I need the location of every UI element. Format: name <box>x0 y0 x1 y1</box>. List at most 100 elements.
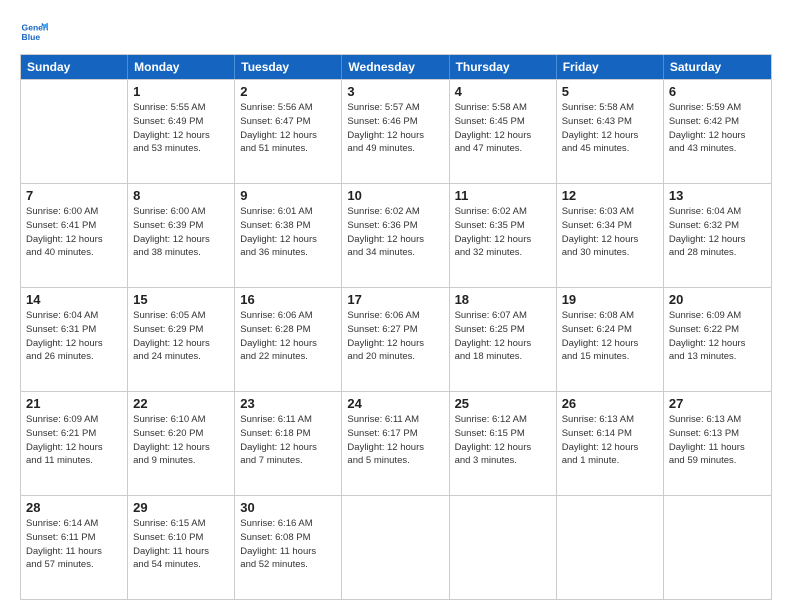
day-number: 21 <box>26 396 122 411</box>
header-day-saturday: Saturday <box>664 55 771 79</box>
day-number: 18 <box>455 292 551 307</box>
page-header: General Blue <box>20 18 772 46</box>
day-info: Sunrise: 6:16 AM Sunset: 6:08 PM Dayligh… <box>240 517 336 572</box>
day-info: Sunrise: 6:06 AM Sunset: 6:27 PM Dayligh… <box>347 309 443 364</box>
day-info: Sunrise: 6:03 AM Sunset: 6:34 PM Dayligh… <box>562 205 658 260</box>
day-cell-1: 1 Sunrise: 5:55 AM Sunset: 6:49 PM Daylig… <box>128 80 235 183</box>
day-info: Sunrise: 6:04 AM Sunset: 6:32 PM Dayligh… <box>669 205 766 260</box>
header-day-wednesday: Wednesday <box>342 55 449 79</box>
calendar-grid: SundayMondayTuesdayWednesdayThursdayFrid… <box>20 54 772 600</box>
day-number: 16 <box>240 292 336 307</box>
day-number: 13 <box>669 188 766 203</box>
svg-text:General: General <box>22 22 48 32</box>
empty-cell <box>450 496 557 599</box>
calendar-page: General Blue SundayMondayTuesdayWednesda… <box>0 0 792 612</box>
day-number: 8 <box>133 188 229 203</box>
day-cell-6: 6 Sunrise: 5:59 AM Sunset: 6:42 PM Daylig… <box>664 80 771 183</box>
day-number: 24 <box>347 396 443 411</box>
day-info: Sunrise: 6:09 AM Sunset: 6:21 PM Dayligh… <box>26 413 122 468</box>
day-info: Sunrise: 6:14 AM Sunset: 6:11 PM Dayligh… <box>26 517 122 572</box>
calendar-header: SundayMondayTuesdayWednesdayThursdayFrid… <box>21 55 771 79</box>
day-number: 25 <box>455 396 551 411</box>
day-cell-10: 10 Sunrise: 6:02 AM Sunset: 6:36 PM Dayli… <box>342 184 449 287</box>
day-number: 11 <box>455 188 551 203</box>
day-cell-19: 19Sunrise: 6:08 AM Sunset: 6:24 PM Dayli… <box>557 288 664 391</box>
day-info: Sunrise: 6:00 AM Sunset: 6:39 PM Dayligh… <box>133 205 229 260</box>
header-day-friday: Friday <box>557 55 664 79</box>
day-number: 1 <box>133 84 229 99</box>
day-info: Sunrise: 6:11 AM Sunset: 6:18 PM Dayligh… <box>240 413 336 468</box>
day-info: Sunrise: 6:00 AM Sunset: 6:41 PM Dayligh… <box>26 205 122 260</box>
week-row-3: 14 Sunrise: 6:04 AM Sunset: 6:31 PM Dayli… <box>21 287 771 391</box>
day-info: Sunrise: 6:12 AM Sunset: 6:15 PM Dayligh… <box>455 413 551 468</box>
day-cell-11: 11 Sunrise: 6:02 AM Sunset: 6:35 PM Dayli… <box>450 184 557 287</box>
day-number: 22 <box>133 396 229 411</box>
week-row-1: 1 Sunrise: 5:55 AM Sunset: 6:49 PM Daylig… <box>21 79 771 183</box>
day-info: Sunrise: 5:59 AM Sunset: 6:42 PM Dayligh… <box>669 101 766 156</box>
day-cell-8: 8 Sunrise: 6:00 AM Sunset: 6:39 PM Daylig… <box>128 184 235 287</box>
day-cell-9: 9Sunrise: 6:01 AM Sunset: 6:38 PM Daylig… <box>235 184 342 287</box>
day-info: Sunrise: 6:15 AM Sunset: 6:10 PM Dayligh… <box>133 517 229 572</box>
day-cell-28: 28 Sunrise: 6:14 AM Sunset: 6:11 PM Dayli… <box>21 496 128 599</box>
day-number: 5 <box>562 84 658 99</box>
day-info: Sunrise: 5:58 AM Sunset: 6:45 PM Dayligh… <box>455 101 551 156</box>
day-info: Sunrise: 6:13 AM Sunset: 6:14 PM Dayligh… <box>562 413 658 468</box>
week-row-5: 28 Sunrise: 6:14 AM Sunset: 6:11 PM Dayli… <box>21 495 771 599</box>
day-number: 15 <box>133 292 229 307</box>
day-number: 3 <box>347 84 443 99</box>
day-cell-18: 18 Sunrise: 6:07 AM Sunset: 6:25 PM Dayli… <box>450 288 557 391</box>
day-info: Sunrise: 6:10 AM Sunset: 6:20 PM Dayligh… <box>133 413 229 468</box>
day-cell-5: 5 Sunrise: 5:58 AM Sunset: 6:43 PM Daylig… <box>557 80 664 183</box>
day-number: 2 <box>240 84 336 99</box>
day-info: Sunrise: 6:13 AM Sunset: 6:13 PM Dayligh… <box>669 413 766 468</box>
day-cell-7: 7 Sunrise: 6:00 AM Sunset: 6:41 PM Daylig… <box>21 184 128 287</box>
day-cell-23: 23Sunrise: 6:11 AM Sunset: 6:18 PM Dayli… <box>235 392 342 495</box>
day-info: Sunrise: 5:55 AM Sunset: 6:49 PM Dayligh… <box>133 101 229 156</box>
empty-cell <box>21 80 128 183</box>
day-info: Sunrise: 6:02 AM Sunset: 6:35 PM Dayligh… <box>455 205 551 260</box>
day-info: Sunrise: 6:07 AM Sunset: 6:25 PM Dayligh… <box>455 309 551 364</box>
day-info: Sunrise: 5:57 AM Sunset: 6:46 PM Dayligh… <box>347 101 443 156</box>
day-cell-4: 4 Sunrise: 5:58 AM Sunset: 6:45 PM Daylig… <box>450 80 557 183</box>
day-number: 14 <box>26 292 122 307</box>
day-info: Sunrise: 5:56 AM Sunset: 6:47 PM Dayligh… <box>240 101 336 156</box>
day-number: 27 <box>669 396 766 411</box>
header-day-tuesday: Tuesday <box>235 55 342 79</box>
day-info: Sunrise: 6:09 AM Sunset: 6:22 PM Dayligh… <box>669 309 766 364</box>
day-cell-26: 26Sunrise: 6:13 AM Sunset: 6:14 PM Dayli… <box>557 392 664 495</box>
day-number: 12 <box>562 188 658 203</box>
day-info: Sunrise: 6:08 AM Sunset: 6:24 PM Dayligh… <box>562 309 658 364</box>
day-cell-30: 30Sunrise: 6:16 AM Sunset: 6:08 PM Dayli… <box>235 496 342 599</box>
calendar-body: 1 Sunrise: 5:55 AM Sunset: 6:49 PM Daylig… <box>21 79 771 599</box>
day-info: Sunrise: 6:02 AM Sunset: 6:36 PM Dayligh… <box>347 205 443 260</box>
day-info: Sunrise: 5:58 AM Sunset: 6:43 PM Dayligh… <box>562 101 658 156</box>
day-info: Sunrise: 6:04 AM Sunset: 6:31 PM Dayligh… <box>26 309 122 364</box>
day-number: 4 <box>455 84 551 99</box>
day-number: 7 <box>26 188 122 203</box>
day-cell-22: 22 Sunrise: 6:10 AM Sunset: 6:20 PM Dayli… <box>128 392 235 495</box>
logo-icon: General Blue <box>20 18 48 46</box>
day-cell-12: 12 Sunrise: 6:03 AM Sunset: 6:34 PM Dayli… <box>557 184 664 287</box>
day-cell-14: 14 Sunrise: 6:04 AM Sunset: 6:31 PM Dayli… <box>21 288 128 391</box>
day-cell-20: 20 Sunrise: 6:09 AM Sunset: 6:22 PM Dayli… <box>664 288 771 391</box>
day-number: 6 <box>669 84 766 99</box>
day-info: Sunrise: 6:11 AM Sunset: 6:17 PM Dayligh… <box>347 413 443 468</box>
header-day-sunday: Sunday <box>21 55 128 79</box>
day-cell-24: 24 Sunrise: 6:11 AM Sunset: 6:17 PM Dayli… <box>342 392 449 495</box>
day-number: 28 <box>26 500 122 515</box>
header-day-thursday: Thursday <box>450 55 557 79</box>
day-cell-3: 3 Sunrise: 5:57 AM Sunset: 6:46 PM Daylig… <box>342 80 449 183</box>
day-info: Sunrise: 6:06 AM Sunset: 6:28 PM Dayligh… <box>240 309 336 364</box>
empty-cell <box>557 496 664 599</box>
logo: General Blue <box>20 18 52 46</box>
day-info: Sunrise: 6:05 AM Sunset: 6:29 PM Dayligh… <box>133 309 229 364</box>
empty-cell <box>664 496 771 599</box>
day-cell-29: 29Sunrise: 6:15 AM Sunset: 6:10 PM Dayli… <box>128 496 235 599</box>
week-row-4: 21 Sunrise: 6:09 AM Sunset: 6:21 PM Dayli… <box>21 391 771 495</box>
svg-text:Blue: Blue <box>22 32 41 42</box>
day-cell-2: 2 Sunrise: 5:56 AM Sunset: 6:47 PM Daylig… <box>235 80 342 183</box>
day-number: 10 <box>347 188 443 203</box>
day-number: 20 <box>669 292 766 307</box>
day-cell-27: 27 Sunrise: 6:13 AM Sunset: 6:13 PM Dayli… <box>664 392 771 495</box>
day-cell-15: 15 Sunrise: 6:05 AM Sunset: 6:29 PM Dayli… <box>128 288 235 391</box>
